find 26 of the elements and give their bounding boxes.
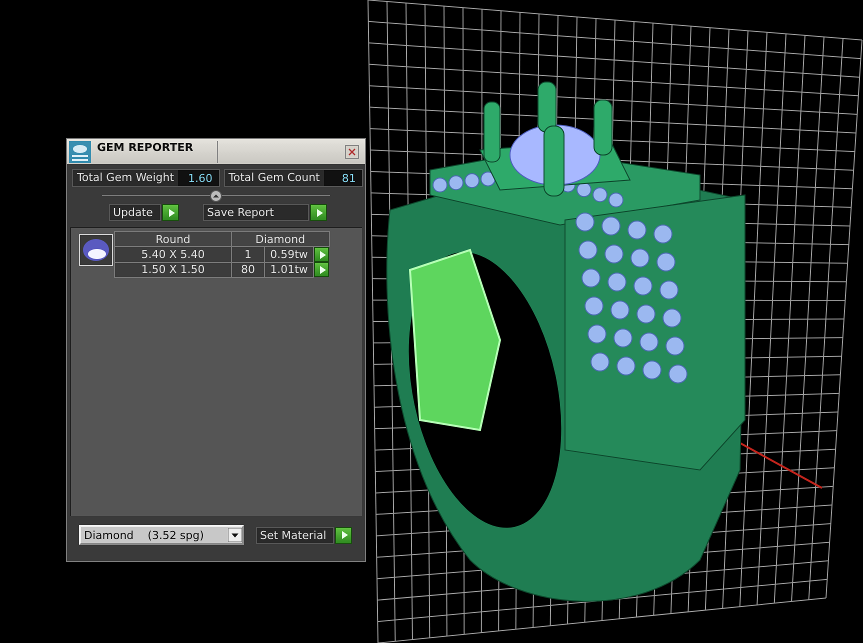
table-cell: 1	[232, 246, 264, 262]
play-icon[interactable]	[314, 247, 329, 262]
set-material-button[interactable]: Set Material	[256, 526, 334, 544]
round-gem-icon	[79, 234, 113, 266]
action-button[interactable]: Update	[109, 204, 161, 221]
stat-value: 81	[340, 172, 357, 184]
gem-list-icon	[69, 140, 91, 162]
table-cell: 1.50 X 1.50	[114, 262, 232, 277]
material-dropdown[interactable]: Diamond (3.52 spg)	[79, 525, 244, 545]
stat-label: Total Gem Count	[224, 170, 324, 186]
table-cell: 0.59tw	[264, 246, 314, 262]
close-icon[interactable]	[345, 144, 359, 158]
window-title: GEM REPORTER	[97, 140, 194, 154]
play-icon[interactable]	[310, 204, 327, 221]
stat-label: Total Gem Weight	[73, 170, 178, 186]
table-cell: 1.01tw	[264, 262, 314, 277]
action-button[interactable]: Save Report	[203, 204, 309, 221]
stat-value: 1.60	[187, 172, 214, 184]
play-icon[interactable]	[162, 204, 179, 221]
table-cell: 5.40 X 5.40	[114, 246, 232, 262]
column-header: Diamond	[232, 232, 329, 246]
dropdown-arrow-icon[interactable]	[228, 528, 242, 542]
play-icon[interactable]	[314, 262, 329, 277]
table-cell: 80	[232, 262, 264, 277]
column-header: Round	[114, 232, 232, 246]
play-icon[interactable]	[335, 526, 352, 544]
